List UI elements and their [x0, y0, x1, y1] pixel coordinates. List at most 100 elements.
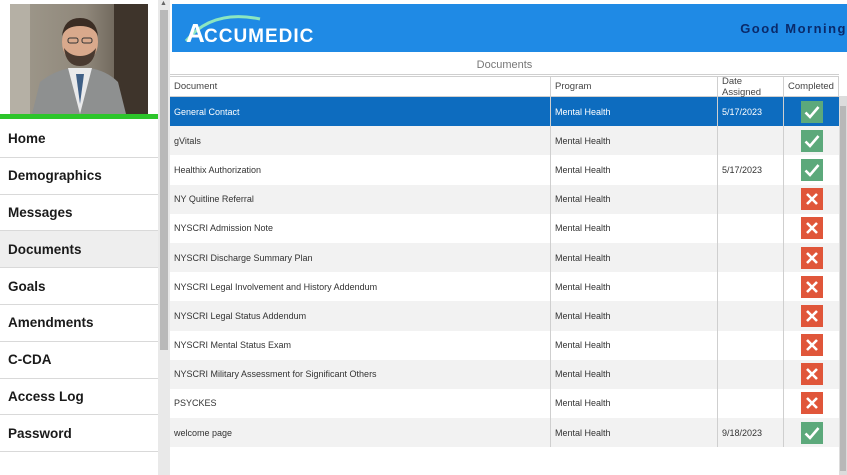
date-assigned: 9/18/2023	[718, 418, 784, 448]
sidebar-item-access-log[interactable]: Access Log	[0, 379, 158, 416]
profile-photo-area	[0, 0, 158, 116]
program-name: Mental Health	[551, 418, 718, 448]
date-assigned	[718, 213, 784, 243]
checkmark-icon	[800, 129, 823, 152]
x-mark-icon	[800, 217, 823, 240]
active-accent-bar	[0, 114, 158, 119]
program-name: Mental Health	[551, 359, 718, 389]
program-name: Mental Health	[551, 242, 718, 273]
document-name[interactable]: gVitals	[170, 126, 551, 156]
x-mark-icon	[800, 392, 823, 415]
completed-cell	[784, 97, 839, 126]
table-row[interactable]: NYSCRI Military Assessment for Significa…	[170, 359, 839, 389]
sidebar-item-goals[interactable]: Goals	[0, 268, 158, 305]
completed-cell	[784, 331, 839, 360]
sidebar-item-password[interactable]: Password	[0, 415, 158, 453]
document-name[interactable]: NY Quitline Referral	[170, 184, 551, 214]
program-name: Mental Health	[551, 272, 718, 302]
column-header-completed[interactable]: Completed	[784, 77, 839, 96]
table-row[interactable]: General Contact Mental Health 5/17/2023	[170, 97, 839, 127]
table-row[interactable]: NYSCRI Discharge Summary Plan Mental Heal…	[170, 242, 839, 273]
completed-cell	[784, 272, 839, 301]
date-assigned: 5/17/2023	[718, 155, 784, 185]
table-header: Document Program Date Assigned Completed	[170, 76, 839, 98]
table-scroll-thumb[interactable]	[840, 106, 846, 471]
column-header-date-assigned[interactable]: Date Assigned	[718, 76, 784, 98]
program-name: Mental Health	[551, 97, 718, 127]
date-assigned	[718, 388, 784, 419]
date-assigned	[718, 184, 784, 214]
date-assigned	[718, 330, 784, 360]
date-assigned	[718, 242, 784, 273]
completed-cell	[784, 214, 839, 243]
sidebar-scrollbar[interactable]: ▲	[158, 0, 170, 475]
program-name: Mental Health	[551, 155, 718, 185]
document-name[interactable]: NYSCRI Admission Note	[170, 213, 551, 243]
documents-table: Document Program Date Assigned Completed…	[170, 76, 839, 448]
accumedic-logo: A CCUMEDIC	[184, 15, 314, 47]
column-header-document[interactable]: Document	[170, 77, 551, 96]
svg-text:A: A	[186, 18, 205, 47]
table-row[interactable]: NYSCRI Legal Involvement and History Add…	[170, 272, 839, 302]
x-mark-icon	[800, 246, 823, 269]
sidebar: Home Demographics Messages Documents Goa…	[0, 0, 158, 475]
document-name[interactable]: welcome page	[170, 418, 551, 448]
program-name: Mental Health	[551, 126, 718, 156]
sidebar-item-c-cda[interactable]: C-CDA	[0, 342, 158, 379]
table-row[interactable]: welcome page Mental Health 9/18/2023	[170, 418, 839, 448]
completed-cell	[784, 185, 839, 214]
sidebar-item-messages[interactable]: Messages	[0, 195, 158, 232]
table-row[interactable]: NY Quitline Referral Mental Health	[170, 184, 839, 214]
x-mark-icon	[800, 334, 823, 357]
table-row[interactable]: Healthix Authorization Mental Health 5/17/…	[170, 155, 839, 185]
date-assigned	[718, 272, 784, 302]
date-assigned	[718, 301, 784, 331]
document-name[interactable]: NYSCRI Mental Status Exam	[170, 330, 551, 360]
main-content: A CCUMEDIC Good Morning Documents Docume…	[170, 0, 847, 475]
date-assigned	[718, 126, 784, 156]
document-name[interactable]: General Contact	[170, 97, 551, 127]
column-header-program[interactable]: Program	[551, 77, 718, 96]
program-name: Mental Health	[551, 213, 718, 243]
program-name: Mental Health	[551, 330, 718, 360]
completed-cell	[784, 243, 839, 272]
date-assigned	[718, 359, 784, 389]
document-name[interactable]: PSYCKES	[170, 388, 551, 419]
table-row[interactable]: gVitals Mental Health	[170, 126, 839, 156]
x-mark-icon	[800, 275, 823, 298]
document-name[interactable]: NYSCRI Legal Involvement and History Add…	[170, 272, 551, 302]
sidebar-item-home[interactable]: Home	[0, 121, 158, 158]
completed-cell	[784, 301, 839, 330]
x-mark-icon	[800, 188, 823, 211]
completed-cell	[784, 389, 839, 418]
completed-cell	[784, 418, 839, 447]
table-row[interactable]: NYSCRI Admission Note Mental Health	[170, 213, 839, 243]
documents-title: Documents	[170, 56, 839, 75]
program-name: Mental Health	[551, 184, 718, 214]
sidebar-item-amendments[interactable]: Amendments	[0, 305, 158, 342]
sidebar-scroll-thumb[interactable]	[160, 10, 168, 350]
sidebar-item-documents[interactable]: Documents	[0, 231, 158, 269]
scroll-up-arrow-icon[interactable]: ▲	[160, 0, 167, 7]
table-row[interactable]: NYSCRI Mental Status Exam Mental Health	[170, 330, 839, 360]
document-name[interactable]: Healthix Authorization	[170, 155, 551, 185]
program-name: Mental Health	[551, 388, 718, 419]
completed-cell	[784, 126, 839, 155]
document-name[interactable]: NYSCRI Discharge Summary Plan	[170, 242, 551, 273]
sidebar-item-demographics[interactable]: Demographics	[0, 158, 158, 195]
table-scrollbar[interactable]	[839, 96, 847, 475]
greeting-text: Good Morning	[740, 21, 847, 36]
avatar	[10, 4, 148, 114]
program-name: Mental Health	[551, 301, 718, 331]
logo-text: CCUMEDIC	[204, 26, 314, 47]
app-header: A CCUMEDIC Good Morning	[172, 4, 847, 52]
checkmark-icon	[800, 100, 823, 123]
table-row[interactable]: PSYCKES Mental Health	[170, 388, 839, 419]
checkmark-icon	[800, 158, 823, 181]
document-name[interactable]: NYSCRI Legal Status Addendum	[170, 301, 551, 331]
document-name[interactable]: NYSCRI Military Assessment for Significa…	[170, 359, 551, 389]
checkmark-icon	[800, 421, 823, 444]
completed-cell	[784, 360, 839, 389]
date-assigned: 5/17/2023	[718, 97, 784, 127]
table-row[interactable]: NYSCRI Legal Status Addendum Mental Healt…	[170, 301, 839, 331]
